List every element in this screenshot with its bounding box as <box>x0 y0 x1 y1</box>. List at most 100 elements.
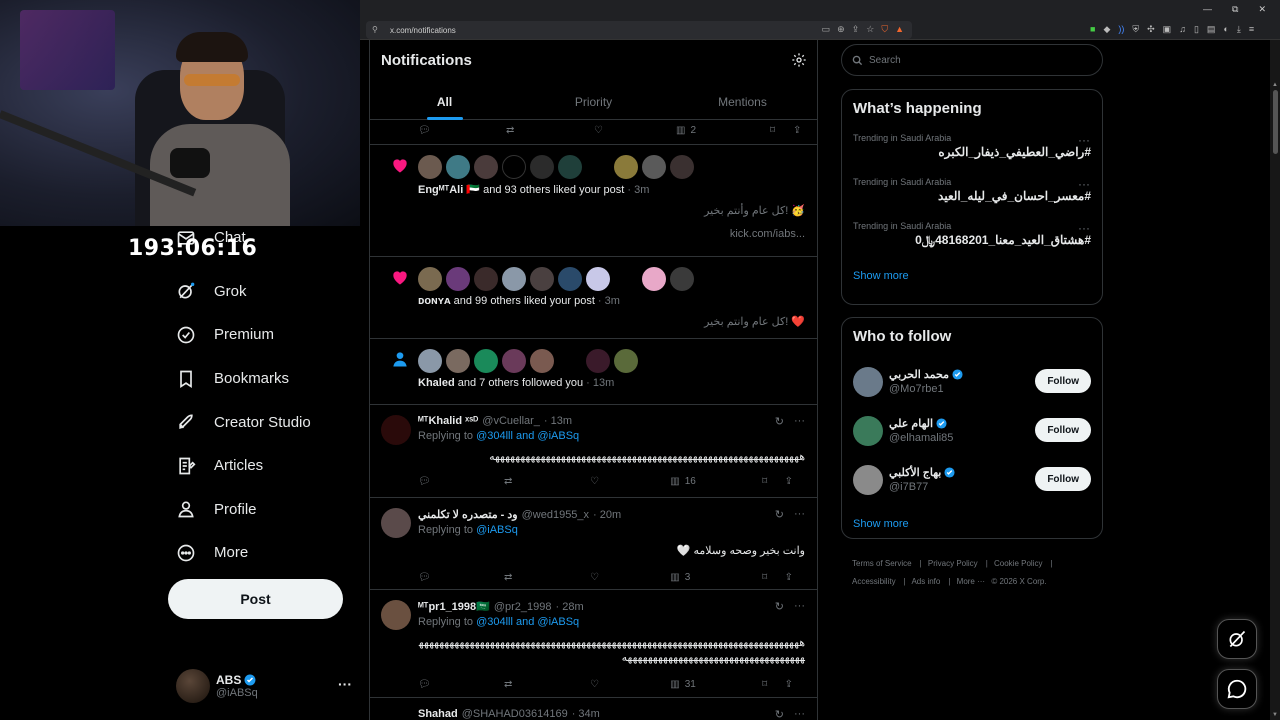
sidebar-item-creator-studio[interactable]: Creator Studio <box>168 400 358 444</box>
extension-diamond-icon[interactable]: ◆ <box>1103 24 1110 35</box>
reply-notification[interactable]: ود - متصدره لا تكلمني @wed1955_x · 20m ↻… <box>370 498 817 590</box>
extensions-puzzle-icon[interactable]: ✣ <box>1147 24 1155 35</box>
avatar[interactable] <box>586 267 610 291</box>
trend-more-icon[interactable]: ··· <box>1078 133 1090 147</box>
grok-floating-button[interactable] <box>1217 619 1257 659</box>
avatar[interactable] <box>474 155 498 179</box>
trend-item[interactable]: Trending in Saudi Arabia #معسر_احسان_في_… <box>842 177 1102 203</box>
suggested-user-name[interactable]: الهام علي <box>889 417 933 430</box>
like-icon[interactable]: ♡ <box>590 679 670 690</box>
post-button[interactable]: Post <box>168 579 343 619</box>
bookmark-icon[interactable]: ⌑ <box>762 572 784 583</box>
avatar[interactable] <box>381 600 411 630</box>
avatar[interactable] <box>614 155 638 179</box>
more-options-icon[interactable]: ··· <box>794 600 805 613</box>
extension-wifi-icon[interactable]: )) <box>1118 24 1124 35</box>
liker-name[interactable]: ᴅᴏɴʏᴀ <box>418 295 451 307</box>
reply-author-handle[interactable]: @SHAHAD03614169 <box>462 708 568 720</box>
reply-icon[interactable]: 💬︎ <box>418 679 504 690</box>
trend-more-icon[interactable]: ··· <box>1078 177 1090 191</box>
menu-icon[interactable]: ≡ <box>1249 24 1254 35</box>
more-options-icon[interactable]: ··· <box>794 415 805 428</box>
brave-shield-icon[interactable]: ⛉ <box>881 24 888 35</box>
grok-explain-icon[interactable]: ↻ <box>775 508 784 521</box>
zoom-icon[interactable]: ⊕ <box>837 24 845 35</box>
grok-explain-icon[interactable]: ↻ <box>775 708 784 720</box>
reply-icon[interactable]: 💬︎ <box>418 476 504 487</box>
avatar[interactable] <box>586 349 610 373</box>
reply-author-handle[interactable]: @pr2_1998 <box>494 601 552 613</box>
reply-author-handle[interactable]: @vCuellar_ <box>482 415 540 427</box>
avatar[interactable] <box>558 267 582 291</box>
follow-notification[interactable]: Khaled and 7 others followed you · 13m <box>370 339 817 405</box>
tab-mentions[interactable]: Mentions <box>668 84 817 120</box>
replying-to-link[interactable]: @iABSq <box>476 524 518 536</box>
extension-box-icon[interactable]: ▣ <box>1163 24 1172 35</box>
like-icon[interactable]: ♡ <box>594 125 676 136</box>
suggested-user-name[interactable]: محمد الحربي <box>889 368 949 381</box>
views-stat[interactable]: ▥ 16 <box>670 476 762 487</box>
like-notification[interactable]: EngᴹᵀAli 🇦🇪 and 93 others liked your pos… <box>370 145 817 257</box>
reply-author-name[interactable]: ود - متصدره لا تكلمني <box>418 508 518 521</box>
avatar[interactable] <box>474 267 498 291</box>
follow-button[interactable]: Follow <box>1035 369 1091 393</box>
reply-author-name[interactable]: Shahad <box>418 708 458 720</box>
search-input[interactable] <box>869 54 1089 66</box>
download-icon[interactable]: ⤓ <box>1237 24 1241 35</box>
avatar[interactable] <box>418 267 442 291</box>
footer-link[interactable]: Privacy Policy <box>928 559 978 568</box>
scroll-down-arrow-icon[interactable]: ▼ <box>1272 712 1278 718</box>
trend-more-icon[interactable]: ··· <box>1078 221 1090 235</box>
wallet-icon[interactable]: ▤ <box>1207 24 1216 35</box>
bookmark-icon[interactable]: ⌑ <box>762 679 784 690</box>
grok-explain-icon[interactable]: ↻ <box>775 415 784 428</box>
trend-item[interactable]: Trending in Saudi Arabia #هشتاق_العيد_مع… <box>842 221 1102 248</box>
follow-suggestion[interactable]: محمد الحربي @Mo7rbe1 Follow <box>842 357 1102 406</box>
post-snippet-link[interactable]: kick.com/iabs... <box>418 228 805 240</box>
like-notification[interactable]: ᴅᴏɴʏᴀ and 99 others liked your post · 3m… <box>370 257 817 339</box>
avatar[interactable] <box>502 155 526 179</box>
avatar[interactable] <box>642 267 666 291</box>
reply-notification[interactable]: Shahad @SHAHAD03614169 · 34m ↻ ··· <box>370 698 817 720</box>
tab-all[interactable]: All <box>370 84 519 120</box>
reply-author-handle[interactable]: @wed1955_x <box>522 509 589 521</box>
follow-button[interactable]: Follow <box>1035 418 1091 442</box>
tab-priority[interactable]: Priority <box>519 84 668 120</box>
footer-link[interactable]: Cookie Policy <box>994 559 1042 568</box>
avatar[interactable] <box>418 155 442 179</box>
close-window-button[interactable]: ✕ <box>1258 4 1266 15</box>
follower-name[interactable]: Khaled <box>418 377 455 389</box>
repost-icon[interactable]: ⇄ <box>504 476 590 487</box>
footer-link[interactable]: Accessibility <box>852 577 896 586</box>
scrollbar-thumb[interactable] <box>1273 90 1278 154</box>
share-icon[interactable]: ⇪ <box>785 572 793 583</box>
share-icon[interactable]: ⇪ <box>785 679 793 690</box>
reply-author-name[interactable]: ᴹᵀpr1_1998🇸🇦 <box>418 600 490 613</box>
avatar[interactable] <box>670 267 694 291</box>
liker-name[interactable]: EngᴹᵀAli 🇦🇪 <box>418 184 480 196</box>
extension-new-icon[interactable]: ■ <box>1090 24 1095 35</box>
views-stat[interactable]: ▥ 3 <box>670 572 762 583</box>
replying-to-link[interactable]: @304lll and @iABSq <box>476 430 579 442</box>
avatar[interactable] <box>446 267 470 291</box>
sidebar-item-articles[interactable]: Articles <box>168 444 358 488</box>
scroll-up-arrow-icon[interactable]: ▲ <box>1272 82 1278 88</box>
gear-icon[interactable] <box>791 52 807 73</box>
like-icon[interactable]: ♡ <box>590 572 670 583</box>
avatar[interactable] <box>642 155 666 179</box>
bookmark-icon[interactable]: ⌑ <box>762 476 784 487</box>
minimize-button[interactable]: — <box>1203 4 1212 15</box>
media-icon[interactable]: ♫ <box>1179 24 1186 35</box>
page-scrollbar[interactable]: ▲ ▼ <box>1270 40 1280 720</box>
views-stat[interactable]: ▥ 2 <box>676 125 770 136</box>
views-stat[interactable]: ▥ 31 <box>670 679 762 690</box>
show-more-link[interactable]: Show more <box>853 270 1102 282</box>
avatar[interactable] <box>853 415 883 446</box>
avatar[interactable] <box>381 708 411 720</box>
avatar[interactable] <box>614 267 638 291</box>
avatar[interactable] <box>853 366 883 397</box>
repost-icon[interactable]: ⇄ <box>506 125 594 136</box>
cast-icon[interactable]: ▭ <box>822 24 831 35</box>
avatar[interactable] <box>530 349 554 373</box>
address-bar[interactable]: ⚲ x.com/notifications ▭ ⊕ ⇪ ☆ ⛉ ▲ <box>366 21 912 39</box>
